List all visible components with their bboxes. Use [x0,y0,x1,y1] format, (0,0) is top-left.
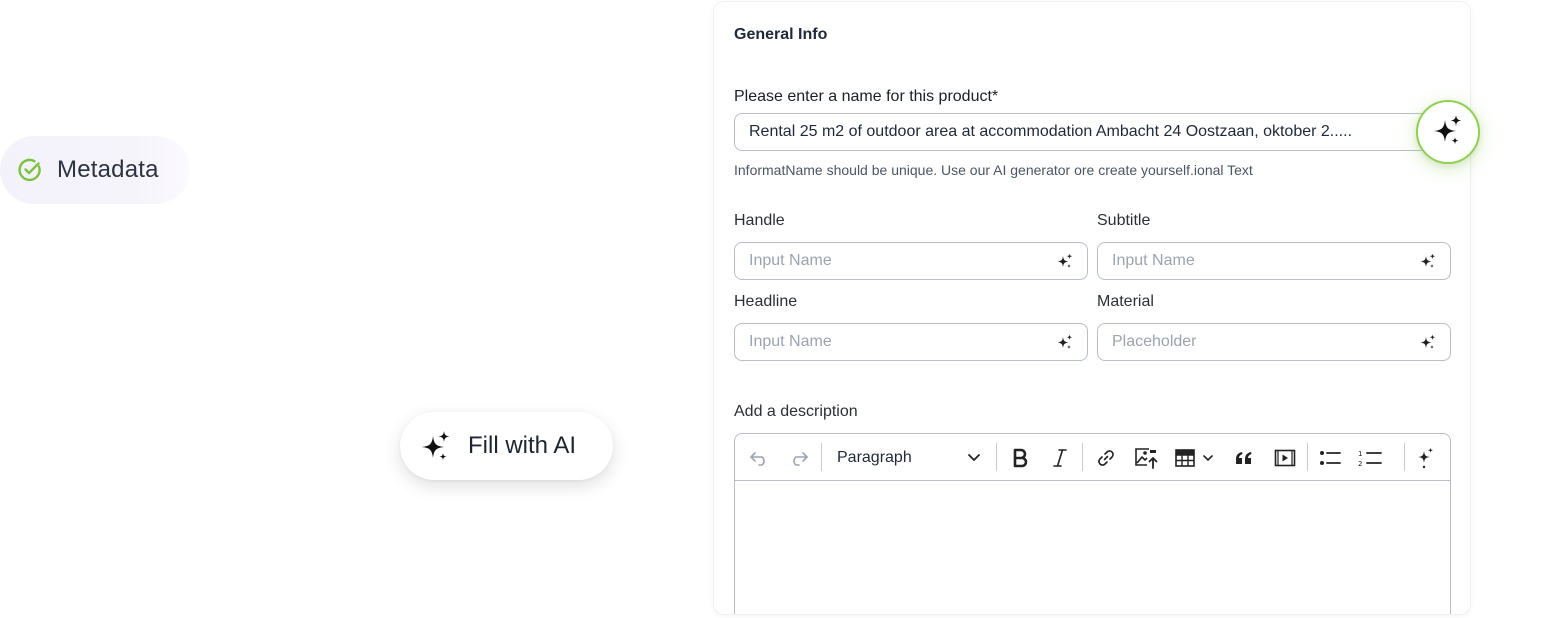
toolbar-divider [1082,443,1083,471]
undo-icon[interactable] [745,434,773,481]
headline-input[interactable]: Input Name [734,323,1088,361]
bullet-list-icon[interactable] [1315,434,1345,481]
card-title: General Info [734,26,828,43]
handle-input[interactable]: Input Name [734,242,1088,280]
sparkles-icon [1433,114,1463,151]
handle-label: Handle [734,212,785,229]
fill-with-ai-button[interactable]: Fill with AI [400,412,613,480]
check-circle-icon [17,157,43,183]
subtitle-input[interactable]: Input Name [1097,242,1451,280]
material-input[interactable]: Placeholder [1097,323,1451,361]
editor-content-area[interactable] [735,481,1450,614]
media-icon[interactable] [1270,434,1300,481]
metadata-step-pill[interactable]: Metadata [0,136,190,204]
toolbar-divider [996,443,997,471]
svg-text:1: 1 [1358,450,1362,458]
block-format-select[interactable]: Paragraph [837,434,912,481]
sparkles-icon[interactable] [1411,434,1441,481]
quote-icon[interactable] [1229,434,1259,481]
subtitle-placeholder: Input Name [1112,252,1195,269]
material-label: Material [1097,293,1154,310]
ai-generate-button[interactable] [1416,100,1480,164]
product-name-input[interactable]: Rental 25 m2 of outdoor area at accommod… [734,113,1428,151]
italic-icon[interactable] [1045,434,1075,481]
fill-with-ai-label: Fill with AI [468,432,577,459]
image-upload-icon[interactable] [1131,434,1161,481]
sparkles-icon[interactable] [1057,253,1073,269]
product-name-helper: InformatName should be unique. Use our A… [734,162,1253,178]
general-info-card: General Info Please enter a name for thi… [714,2,1470,614]
screen: Metadata Fill with AI General Info Pleas… [0,0,1549,618]
svg-text:2: 2 [1358,460,1362,468]
sparkles-icon [421,430,451,462]
link-icon[interactable] [1091,434,1121,481]
description-label: Add a description [734,403,858,420]
sparkles-icon[interactable] [1420,334,1436,350]
sparkles-icon[interactable] [1057,334,1073,350]
editor-toolbar: Paragraph 1 2 [735,434,1450,481]
numbered-list-icon[interactable]: 12 [1355,434,1385,481]
toolbar-divider [821,443,822,471]
headline-label: Headline [734,293,798,310]
handle-placeholder: Input Name [749,252,832,269]
toolbar-divider [1307,443,1308,471]
toolbar-divider [1404,443,1405,471]
headline-placeholder: Input Name [749,333,832,350]
material-placeholder: Placeholder [1112,333,1197,350]
description-editor: Paragraph 1 2 [734,433,1451,614]
product-name-value: Rental 25 m2 of outdoor area at accommod… [749,123,1353,140]
product-name-label: Please enter a name for this product* [734,88,999,105]
bold-icon[interactable] [1005,434,1035,481]
chevron-down-icon[interactable] [967,434,981,481]
sparkles-icon[interactable] [1420,253,1436,269]
metadata-label: Metadata [57,156,159,183]
redo-icon[interactable] [785,434,813,481]
subtitle-label: Subtitle [1097,212,1151,229]
table-icon[interactable] [1173,434,1219,481]
